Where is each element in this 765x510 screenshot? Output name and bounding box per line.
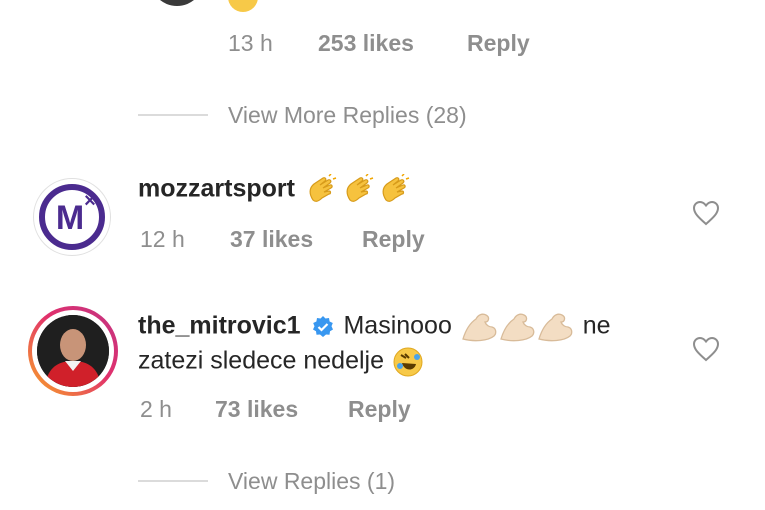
comment2-like-heart-icon[interactable] xyxy=(692,336,720,367)
comment1-emojis xyxy=(305,173,410,202)
clapping-hands-icon xyxy=(305,173,337,211)
view-more-replies-button[interactable]: View More Replies (28) xyxy=(228,102,467,129)
flexed-biceps-icon xyxy=(536,311,574,348)
the-mitrovic1-avatar[interactable] xyxy=(28,306,118,396)
top-avatar-partial[interactable] xyxy=(150,0,204,6)
comment2-text-ne: ne xyxy=(582,311,611,340)
view-more-divider xyxy=(138,114,208,116)
top-comment-reply-button[interactable]: Reply xyxy=(467,30,530,57)
flexed-biceps-icon xyxy=(498,311,536,348)
mozzart-logo-letter: M xyxy=(56,199,84,237)
top-emoji-partial xyxy=(228,0,258,12)
comment1-likes[interactable]: 37 likes xyxy=(230,226,313,253)
comment1-header: mozzartsport xyxy=(138,173,410,211)
comment2-time: 2 h xyxy=(140,396,172,422)
mozzart-logo-icon: M × xyxy=(39,184,105,250)
mozzartsport-avatar[interactable]: M × xyxy=(33,178,111,256)
comment2-username[interactable]: the_mitrovic1 xyxy=(138,312,301,340)
comment1-like-heart-icon[interactable] xyxy=(692,200,720,231)
verified-badge-icon xyxy=(311,315,335,344)
view-replies-button[interactable]: View Replies (1) xyxy=(228,468,395,495)
comment2-biceps-emojis xyxy=(460,313,578,342)
top-comment-likes[interactable]: 253 likes xyxy=(318,30,414,57)
mozzart-logo-mark: × xyxy=(84,190,96,212)
comment1-username[interactable]: mozzartsport xyxy=(138,175,295,203)
comment2-line1: the_mitrovic1 Masinooo ne xyxy=(138,311,611,348)
comment2-likes[interactable]: 73 likes xyxy=(215,396,298,423)
comment2-reply-button[interactable]: Reply xyxy=(348,396,411,423)
comment2-text-end: zatezi sledece nedelje xyxy=(138,346,384,375)
flexed-biceps-icon xyxy=(460,311,498,348)
profile-photo xyxy=(37,315,109,387)
clapping-hands-icon xyxy=(378,173,410,211)
comment1-time: 12 h xyxy=(140,226,185,252)
comment1-reply-button[interactable]: Reply xyxy=(362,226,425,253)
comment2-text-start: Masinooo xyxy=(343,311,452,340)
clapping-hands-icon xyxy=(342,173,374,211)
comment2-line2: zatezi sledece nedelje xyxy=(138,346,424,383)
rolling-laughing-icon xyxy=(392,346,424,383)
top-comment-time: 13 h xyxy=(228,30,273,56)
view-replies-divider xyxy=(138,480,208,482)
